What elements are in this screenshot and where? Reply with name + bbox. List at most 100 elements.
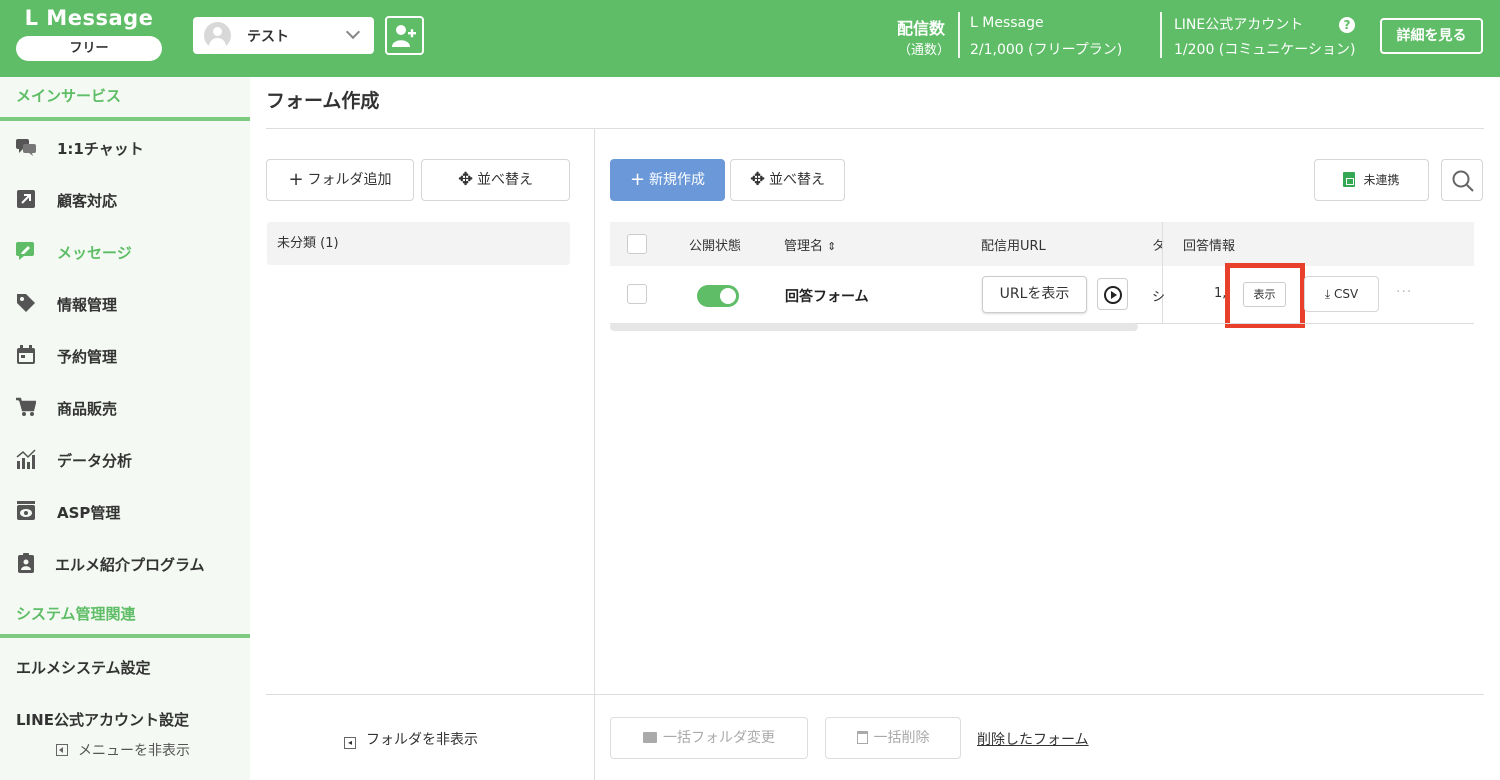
top-header: L Message フリー テスト 配信数 （通数） L Message 2/1… <box>0 0 1500 77</box>
sidebar-item-sales[interactable]: 商品販売 <box>0 387 250 427</box>
sort-folders-button[interactable]: ✥ 並べ替え <box>421 159 570 201</box>
show-url-button[interactable]: URLを表示 <box>982 276 1087 313</box>
search-button[interactable] <box>1441 159 1483 201</box>
sort-forms-button[interactable]: ✥ 並べ替え <box>730 159 845 201</box>
sidebar-item-label: データ分析 <box>57 452 133 470</box>
column-header-name-label: 管理名 <box>784 239 824 254</box>
sort-forms-label: 並べ替え <box>769 172 826 188</box>
hide-menu-button[interactable]: メニューを非表示 <box>56 740 190 760</box>
divider <box>594 129 595 780</box>
avatar-icon <box>204 22 231 49</box>
bulk-delete-label: 一括削除 <box>873 730 930 746</box>
app-logo[interactable]: L Message <box>16 6 162 30</box>
add-folder-label: フォルダ追加 <box>307 172 392 188</box>
header-divider <box>958 12 960 58</box>
folder-icon <box>643 732 657 743</box>
select-all-checkbox[interactable] <box>627 234 647 254</box>
unlinked-label: 未連携 <box>1363 173 1400 187</box>
sidebar-item-customer[interactable]: 顧客対応 <box>0 179 250 219</box>
calendar-icon <box>17 345 35 364</box>
hide-menu-label: メニューを非表示 <box>78 743 190 759</box>
add-user-button[interactable] <box>385 16 424 55</box>
help-icon[interactable]: ? <box>1339 17 1355 33</box>
publish-toggle[interactable] <box>697 285 739 307</box>
column-divider <box>1162 222 1163 324</box>
sidebar-item-referral[interactable]: エルメ紹介プログラム <box>0 543 250 583</box>
tag-icon <box>17 294 35 312</box>
sidebar-item-message[interactable]: メッセージ <box>0 231 250 271</box>
column-header-name[interactable]: 管理名 ⇕ <box>784 235 836 254</box>
spreadsheet-icon <box>1343 172 1356 187</box>
sidebar-item-label: 情報管理 <box>57 296 118 314</box>
add-folder-button[interactable]: + フォルダ追加 <box>266 159 414 201</box>
trash-icon <box>856 731 868 744</box>
asp-icon <box>17 501 35 520</box>
plan-badge: フリー <box>16 36 162 61</box>
hide-folder-button[interactable]: ◂ フォルダを非表示 <box>344 729 478 749</box>
sidebar-item-chat[interactable]: 1:1チャット <box>0 127 250 167</box>
sidebar-item-asp[interactable]: ASP管理 <box>0 491 250 531</box>
search-icon <box>1452 170 1474 192</box>
header-divider <box>1160 12 1162 58</box>
more-options-icon[interactable]: ··· <box>1396 284 1412 300</box>
account-selector[interactable]: テスト <box>193 17 374 54</box>
play-icon <box>1104 286 1122 304</box>
divider <box>266 694 1484 695</box>
new-form-label: 新規作成 <box>649 172 706 188</box>
divider <box>266 128 1484 129</box>
sidebar-item-info[interactable]: 情報管理 <box>0 283 250 323</box>
section-divider <box>0 634 250 638</box>
collapse-icon: ◂ <box>344 737 356 749</box>
bulk-folder-change-button[interactable]: 一括フォルダ変更 <box>610 717 808 759</box>
csv-label: CSV <box>1333 287 1359 301</box>
form-name[interactable]: 回答フォーム <box>785 286 869 306</box>
plus-icon: + <box>629 169 646 190</box>
folder-item-uncategorized[interactable]: 未分類 (1) <box>267 222 570 265</box>
sidebar: メインサービス 1:1チャット 顧客対応 メッセージ 情報管理 予約管理 商品販… <box>0 77 250 780</box>
lmessage-label: L Message <box>970 15 1044 31</box>
sidebar-item-label: ASP管理 <box>57 504 121 522</box>
column-header-status: 公開状態 <box>689 239 742 254</box>
sidebar-item-system-settings[interactable]: エルメシステム設定 <box>16 657 151 678</box>
move-icon: ✥ <box>749 169 766 190</box>
highlight-box <box>1225 263 1305 328</box>
chart-icon <box>16 449 36 469</box>
collapse-icon <box>56 744 68 756</box>
plus-icon: + <box>288 169 304 190</box>
cart-icon <box>16 397 36 416</box>
preview-button[interactable] <box>1097 278 1128 310</box>
sidebar-item-label: 顧客対応 <box>57 192 118 210</box>
truncated-cell: シ <box>1152 290 1166 305</box>
sidebar-item-reservation[interactable]: 予約管理 <box>0 335 250 375</box>
delivery-count-sub: （通数） <box>898 43 951 58</box>
new-form-button[interactable]: + 新規作成 <box>610 159 725 201</box>
csv-download-button[interactable]: ⤓ CSV <box>1304 276 1379 312</box>
sort-folders-label: 並べ替え <box>477 172 534 188</box>
row-checkbox[interactable] <box>627 284 647 304</box>
arrow-box-icon <box>17 190 35 208</box>
spreadsheet-link-button[interactable]: 未連携 <box>1314 159 1429 201</box>
sidebar-item-label: 商品販売 <box>57 400 118 418</box>
sort-icon: ⇕ <box>827 240 837 253</box>
sidebar-item-line-settings[interactable]: LINE公式アカウント設定 <box>16 709 189 730</box>
sidebar-item-analytics[interactable]: データ分析 <box>0 439 250 479</box>
horizontal-scrollbar[interactable] <box>610 323 1138 331</box>
page-title: フォーム作成 <box>266 90 380 112</box>
line-account-label: LINE公式アカウント <box>1174 17 1304 33</box>
view-details-button[interactable]: 詳細を見る <box>1380 18 1483 54</box>
lmessage-usage: 2/1,000 (フリープラン) <box>970 42 1123 58</box>
sidebar-item-label: 1:1チャット <box>57 140 144 158</box>
deleted-forms-link[interactable]: 削除したフォーム <box>977 729 1089 749</box>
sidebar-item-label: 予約管理 <box>57 348 118 366</box>
column-header-url: 配信用URL <box>981 239 1046 254</box>
chat-icon <box>16 139 36 156</box>
clipboard-user-icon <box>18 553 34 573</box>
delivery-count-label: 配信数 <box>897 19 946 38</box>
column-header-truncated: タ <box>1152 239 1166 254</box>
message-edit-icon <box>16 242 34 260</box>
sidebar-item-label: エルメ紹介プログラム <box>55 556 205 574</box>
add-user-icon <box>392 25 416 47</box>
download-icon: ⤓ <box>1324 287 1331 301</box>
sidebar-section-main: メインサービス <box>16 87 122 105</box>
bulk-delete-button[interactable]: 一括削除 <box>825 717 961 759</box>
